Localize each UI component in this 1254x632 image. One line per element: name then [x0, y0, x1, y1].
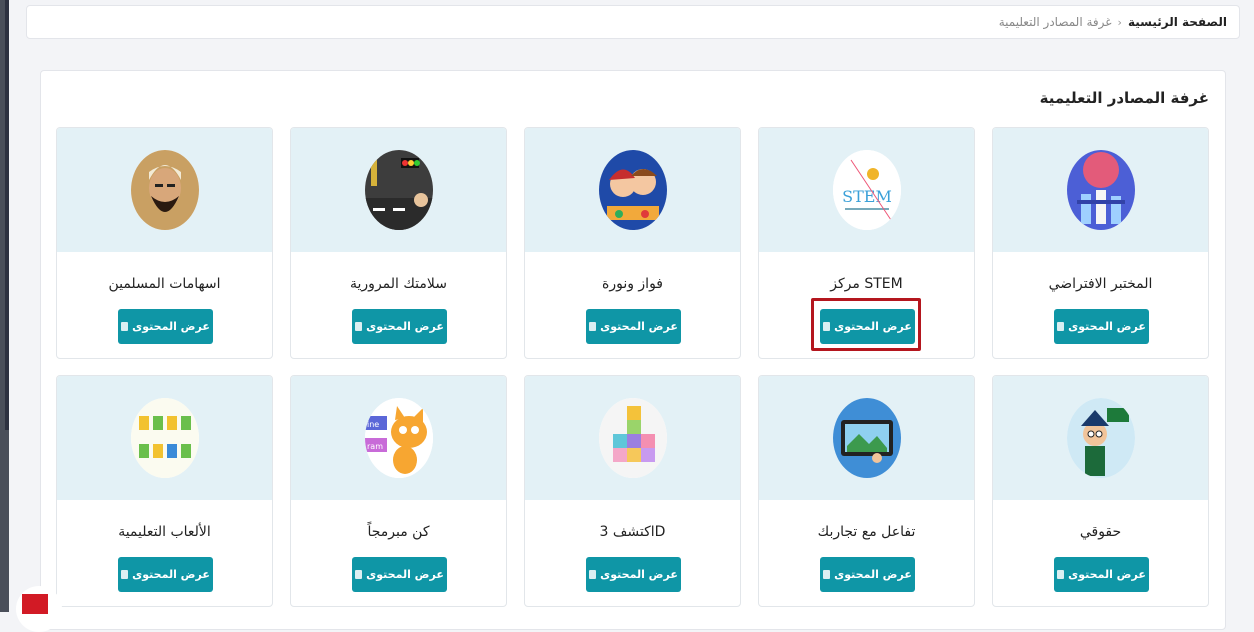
view-content-button[interactable]: عرض المحتوى	[586, 309, 681, 344]
breadcrumb-separator: ›	[1117, 15, 1122, 29]
card-title: فواز ونورة	[601, 276, 663, 292]
corner-logo	[16, 586, 62, 632]
stem-logo-icon: STEM	[832, 150, 901, 230]
fawaz-noura-icon	[598, 150, 667, 230]
muslim-scholar-icon	[130, 150, 199, 230]
cubes-3d-icon	[598, 398, 667, 478]
view-content-button[interactable]: عرض المحتوى	[1054, 557, 1149, 592]
card-interact-experiments: تفاعل مع تجاربك عرض المحتوى	[758, 375, 975, 607]
educational-games-icon	[130, 398, 199, 478]
card-title: سلامتك المرورية	[350, 276, 447, 292]
card-title: حقوقي	[1079, 524, 1122, 540]
my-rights-icon	[1066, 398, 1135, 478]
card-muslim-contributions: اسهامات المسلمين عرض المحتوى	[56, 127, 273, 359]
svg-text:STEM: STEM	[842, 187, 892, 206]
card-fawaz-noura: فواز ونورة عرض المحتوى	[524, 127, 741, 359]
document-icon	[121, 570, 129, 579]
document-icon	[121, 322, 129, 331]
card-title: كن مبرمجاً	[367, 524, 430, 540]
view-content-button[interactable]: عرض المحتوى	[586, 557, 681, 592]
card-title: اسهامات المسلمين	[108, 276, 221, 292]
card-traffic-safety: سلامتك المرورية عرض المحتوى	[290, 127, 507, 359]
page-title: غرفة المصادر التعليمية	[1039, 89, 1209, 107]
document-icon	[823, 570, 831, 579]
virtual-lab-icon	[1066, 150, 1135, 230]
card-discover-3d: اكتشف 3D عرض المحتوى	[524, 375, 741, 607]
resources-panel: غرفة المصادر التعليمية المختبر الافتراضي…	[40, 70, 1226, 630]
card-educational-games: الألعاب التعليمية عرض المحتوى	[56, 375, 273, 607]
document-icon	[1057, 322, 1065, 331]
document-icon	[589, 322, 597, 331]
flag-icon	[22, 594, 48, 614]
breadcrumb: غرفة المصادر التعليمية › الصفحة الرئيسية	[26, 5, 1240, 39]
scrollbar-thumb[interactable]	[5, 0, 9, 430]
interactive-tablet-icon	[832, 398, 901, 478]
left-scrollbar[interactable]	[0, 0, 9, 612]
card-be-programmer: ine ram كن مبرمجاً عرض المحتوى	[290, 375, 507, 607]
document-icon	[1057, 570, 1065, 579]
view-content-button[interactable]: عرض المحتوى	[820, 557, 915, 592]
view-content-button[interactable]: عرض المحتوى	[118, 557, 213, 592]
svg-text:ram: ram	[367, 442, 383, 451]
card-title: المختبر الافتراضي	[1048, 276, 1153, 292]
card-my-rights: حقوقي عرض المحتوى	[992, 375, 1209, 607]
card-title: تفاعل مع تجاربك	[817, 524, 916, 540]
breadcrumb-home-link[interactable]: الصفحة الرئيسية	[1128, 15, 1227, 29]
view-content-button[interactable]: عرض المحتوى	[1054, 309, 1149, 344]
view-content-button[interactable]: عرض المحتوى	[352, 309, 447, 344]
view-content-button[interactable]: عرض المحتوى	[118, 309, 213, 344]
document-icon	[355, 570, 363, 579]
card-virtual-lab: المختبر الافتراضي عرض المحتوى	[992, 127, 1209, 359]
scratch-cat-icon: ine ram	[364, 398, 433, 478]
card-title: الألعاب التعليمية	[118, 524, 211, 540]
breadcrumb-current: غرفة المصادر التعليمية	[998, 15, 1112, 29]
card-title: مركز STEM	[830, 276, 903, 292]
traffic-light-icon	[364, 150, 433, 230]
view-content-button[interactable]: عرض المحتوى	[352, 557, 447, 592]
document-icon	[355, 322, 363, 331]
card-title: اكتشف 3D	[599, 524, 666, 540]
document-icon	[589, 570, 597, 579]
svg-text:ine: ine	[367, 420, 379, 429]
highlight-box	[811, 298, 921, 351]
